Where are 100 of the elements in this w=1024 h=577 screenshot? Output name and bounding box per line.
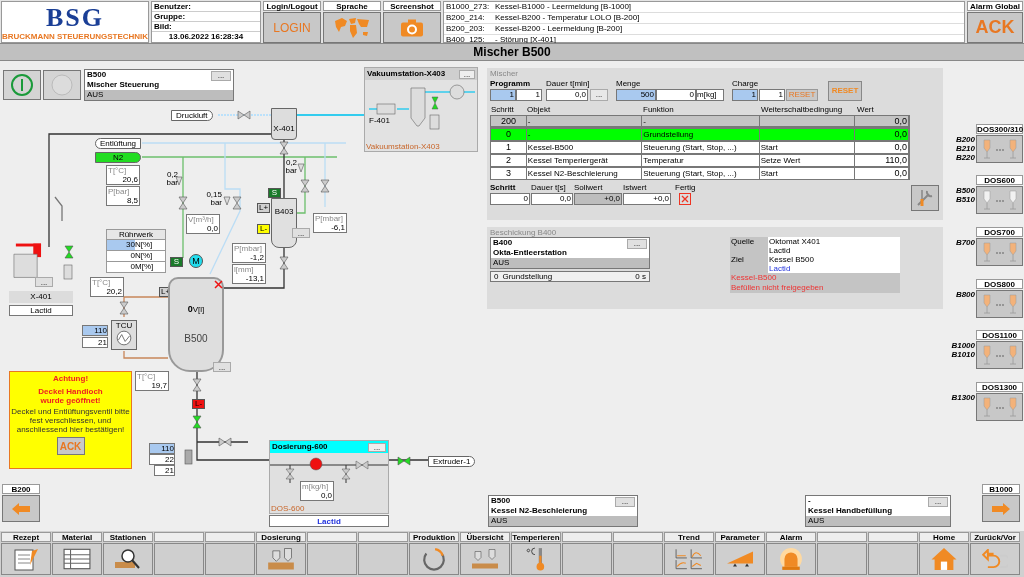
- unit-label: M[%]: [135, 262, 154, 272]
- setpoint-field[interactable]: 110: [82, 325, 108, 336]
- measurement-value: 0,0: [319, 491, 332, 500]
- vessel-label: B220: [955, 153, 975, 162]
- valve-symbol: [232, 196, 242, 210]
- input-field: +0,0: [623, 193, 671, 205]
- measurement-value: -1,2: [249, 253, 264, 262]
- input-field[interactable]: 0,0: [531, 193, 573, 205]
- table-row[interactable]: 200 - - 0,0: [490, 115, 910, 128]
- step-time: 0 s: [635, 272, 646, 281]
- language-button[interactable]: [323, 12, 381, 43]
- volume-value: 0: [187, 303, 193, 317]
- input-field[interactable]: 500: [616, 89, 656, 101]
- filter-label: F-401: [369, 116, 390, 125]
- container-drawing: [12, 242, 42, 279]
- forward-button[interactable]: [982, 495, 1020, 522]
- material-name: Lactid: [769, 246, 792, 255]
- button-caption: DOS1300: [976, 382, 1023, 392]
- dosing-hoppers-icon: [981, 345, 1018, 365]
- vessel-label: B1000: [951, 341, 975, 350]
- more-button[interactable]: ...: [590, 89, 608, 101]
- button-caption: B1000: [982, 484, 1020, 494]
- tools-button[interactable]: [911, 185, 939, 211]
- filter-label: X-401: [273, 124, 295, 133]
- field-label: Istwert: [623, 183, 648, 193]
- more-button[interactable]: ...: [615, 497, 635, 507]
- column-header: Weiterschaltbedingung: [760, 105, 844, 115]
- table-row[interactable]: 0 - Grundstellung 0,0: [490, 128, 910, 141]
- station-caption: DOS-600: [271, 504, 305, 513]
- button-caption: Dosierung: [256, 532, 306, 542]
- measurement-value: 0,0: [205, 224, 218, 233]
- more-button[interactable]: ...: [211, 71, 231, 81]
- more-button[interactable]: ...: [627, 239, 647, 249]
- button-caption: Stationen: [103, 532, 153, 542]
- dosing-hoppers-icon: [981, 242, 1018, 262]
- input-field[interactable]: 1: [732, 89, 758, 101]
- toolbar-button[interactable]: [103, 543, 153, 575]
- power-on-icon: [10, 73, 34, 97]
- measurement-label: V[m³/h]: [188, 215, 215, 224]
- more-button[interactable]: ...: [35, 277, 53, 287]
- table-cell: Setze Wert: [759, 155, 856, 166]
- unit-name: Mischer Steuerung: [87, 80, 159, 90]
- dosing-station-button[interactable]: [976, 341, 1023, 369]
- table-row[interactable]: 3 Kessel N2-Beschleierung Steuerung (Start, Stop, ...) Start 0,0: [490, 167, 910, 180]
- blank-toolbar-button[interactable]: [817, 543, 867, 575]
- more-button[interactable]: ...: [928, 497, 948, 507]
- more-button[interactable]: ...: [213, 362, 231, 372]
- input-field[interactable]: 0,0: [546, 89, 588, 101]
- input-field[interactable]: 0: [490, 193, 530, 205]
- table-cell: Temperatur: [642, 155, 760, 166]
- valve-symbol: [64, 245, 74, 259]
- alarm-message: Kessel-B200 - Leermeldung [B-200]: [495, 24, 623, 34]
- button-caption: Material: [52, 532, 102, 542]
- table-row[interactable]: 2 Kessel Temperiergerät Temperatur Setze Wert 110,0: [490, 154, 910, 167]
- input-field[interactable]: 1: [490, 89, 516, 101]
- heat-exchanger-icon: [116, 330, 132, 346]
- toolbar-button[interactable]: [52, 543, 102, 575]
- setpoint-field[interactable]: 110: [149, 443, 175, 454]
- pressure-label: 0,2 bar: [165, 171, 178, 187]
- dosing-station-button[interactable]: [976, 186, 1023, 214]
- blank-toolbar-button[interactable]: [358, 543, 408, 575]
- power-button[interactable]: [43, 70, 81, 100]
- input-field[interactable]: 0: [656, 89, 696, 101]
- measurement-value: 20,2: [105, 287, 122, 296]
- warning-light-icon: [777, 547, 805, 571]
- blank-toolbar-button[interactable]: [205, 543, 255, 575]
- screenshot-button[interactable]: [383, 12, 441, 43]
- measurement-value: 20,6: [121, 175, 138, 184]
- blank-toolbar-button[interactable]: [613, 543, 663, 575]
- table-cell: -: [642, 116, 760, 126]
- measurement-label: P[mbar]: [315, 214, 344, 223]
- screen-title: Mischer B500: [473, 44, 551, 61]
- notebook-pen-icon: [12, 547, 40, 571]
- table-row[interactable]: 1 Kessel-B500 Steuerung (Start, Stop, ...) Start 0,0: [490, 141, 910, 154]
- dosing-station-button[interactable]: [976, 135, 1023, 163]
- blank-toolbar-button[interactable]: [562, 543, 612, 575]
- valve-symbol: [119, 301, 129, 315]
- more-button[interactable]: ...: [459, 69, 475, 79]
- blank-toolbar-button[interactable]: [307, 543, 357, 575]
- back-button[interactable]: [2, 495, 40, 522]
- dosing-station-button[interactable]: [976, 238, 1023, 266]
- measurement-value: -6,1: [330, 223, 345, 232]
- dosing-station-button[interactable]: [976, 290, 1023, 318]
- line-tag: Entlüftung: [95, 138, 142, 149]
- input-field[interactable]: 1: [759, 89, 785, 101]
- input-field[interactable]: 1: [516, 89, 542, 101]
- setpoint-field[interactable]: 30: [107, 240, 135, 250]
- alarm-code: B200_214:: [446, 13, 486, 23]
- power-button[interactable]: [3, 70, 41, 100]
- vessel-label: B500: [955, 186, 975, 195]
- status-message: Befüllen nicht freigegeben: [730, 283, 825, 293]
- more-button[interactable]: ...: [368, 442, 386, 452]
- panel-title: Vakuumstation-X403: [367, 69, 446, 79]
- button-caption: Produktion: [409, 532, 459, 542]
- field-label: Ziel: [730, 255, 745, 266]
- more-button[interactable]: ...: [292, 228, 310, 238]
- blank-toolbar-button[interactable]: [868, 543, 918, 575]
- camera-icon: [401, 18, 423, 37]
- dosing-station-button[interactable]: [976, 393, 1023, 421]
- table-cell: Start: [759, 168, 856, 179]
